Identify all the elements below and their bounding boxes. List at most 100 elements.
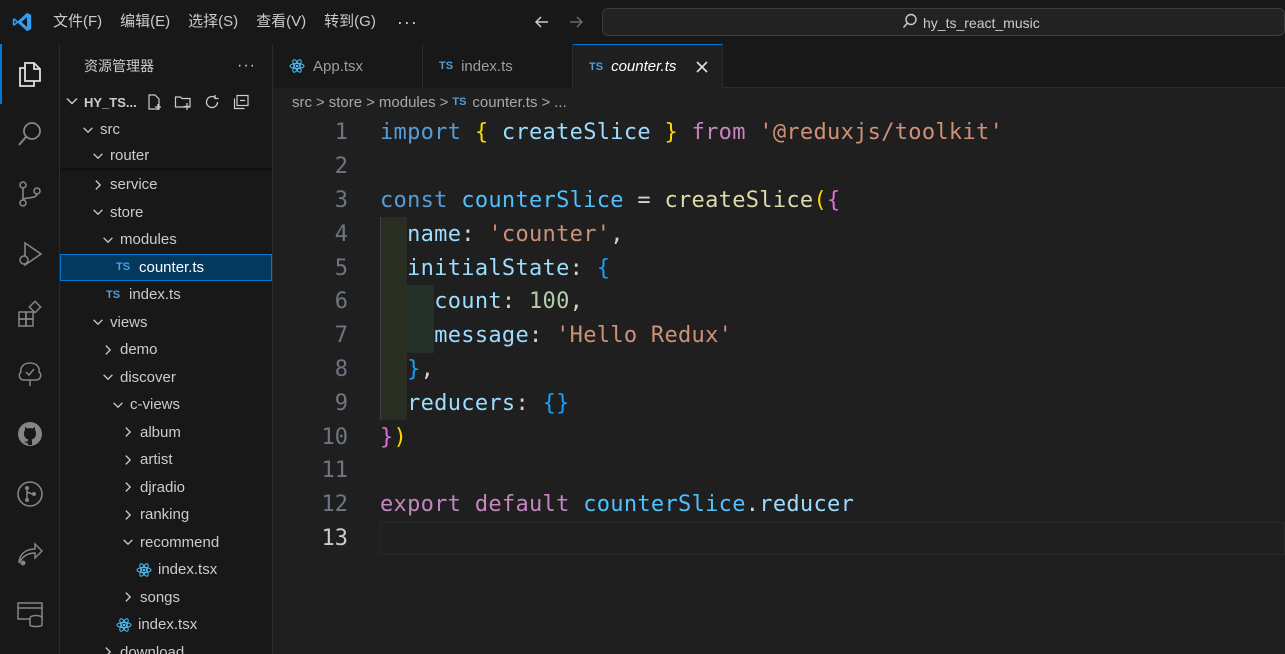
tree-item-counter-ts[interactable]: TS counter.ts [60,253,272,281]
tree-item-service[interactable]: service [60,171,272,199]
tree-item-label: artist [140,451,173,469]
tab-counter-ts[interactable]: TS counter.ts [573,44,723,88]
tree-item-demo[interactable]: demo [60,336,272,364]
menu-item-0[interactable]: 文件(F) [44,0,111,44]
tree-item-label: discover [120,368,176,386]
code-token: 'Hello Redux' [556,323,733,349]
tree-item-download[interactable]: download [60,639,272,654]
code-token: { [827,187,841,213]
line-number: 9 [334,390,348,416]
menu-item-1[interactable]: 编辑(E) [111,0,179,44]
menu-item-4[interactable]: 转到(G) [315,0,385,44]
back-arrow-icon[interactable] [530,10,554,34]
code-token: : [529,323,557,349]
search-icon[interactable] [0,104,60,164]
tree-item-index-tsx[interactable]: index.tsx [60,611,272,639]
forward-arrow-icon[interactable] [564,10,588,34]
source-control-icon[interactable] [0,164,60,224]
code-editor[interactable]: 1 import { createSlice } from '@reduxjs/t… [273,116,1285,654]
more-actions-icon[interactable]: ··· [237,57,256,75]
line-number: 11 [321,458,349,484]
project-root-row[interactable]: HY_TS... [60,88,272,116]
tree-item-router[interactable]: router [60,144,272,171]
close-icon[interactable] [692,57,712,77]
tree-item-ranking[interactable]: ranking [60,501,272,529]
tab-App-tsx[interactable]: App.tsx [273,44,423,88]
git-graph-icon[interactable] [0,464,60,524]
new-folder-icon[interactable] [173,92,193,112]
code-text: const counterSlice = createSlice({ [380,188,841,213]
new-file-icon[interactable] [144,92,164,112]
code-line: 5 initialState: { [273,251,1285,285]
typescript-file-icon: TS [439,60,453,72]
search-icon [901,12,919,33]
chevron-down-icon [90,314,106,330]
github-icon[interactable] [0,404,60,464]
nav-arrows [530,0,588,44]
database-icon[interactable] [0,584,60,644]
tree-item-src[interactable]: src [60,116,272,144]
code-token: const [380,187,448,213]
chevron-down-icon [90,148,106,164]
line-number: 12 [321,492,349,518]
code-token: : [569,255,597,281]
tree-item-album[interactable]: album [60,419,272,447]
code-text: import { createSlice } from '@reduxjs/to… [380,120,1003,145]
tree-item-modules[interactable]: modules [60,226,272,254]
breadcrumb-item-modules[interactable]: modules [379,94,436,111]
code-line: 7 message: 'Hello Redux' [273,319,1285,353]
collapse-all-icon[interactable] [231,92,251,112]
chevron-right-icon [120,507,136,523]
menu-item-2[interactable]: 选择(S) [179,0,247,44]
code-token: message [434,323,530,349]
tree-item-artist[interactable]: artist [60,446,272,474]
tree-item-songs[interactable]: songs [60,584,272,612]
tree-item-recommend[interactable]: recommend [60,529,272,557]
explorer-icon[interactable] [0,44,60,104]
extensions-icon[interactable] [0,284,60,344]
tree-item-views[interactable]: views [60,309,272,337]
tree-item-index-ts[interactable]: TS index.ts [60,281,272,309]
breadcrumb-file[interactable]: counter.ts [472,94,537,111]
code-token: initialState [407,255,570,281]
code-token: = [623,187,665,213]
code-token: counterSlice [583,492,746,518]
line-number: 4 [334,221,348,247]
code-token: : [461,221,489,247]
code-line: 6 count: 100, [273,285,1285,319]
breadcrumb-item-src[interactable]: src [292,94,312,111]
tree-item-discover[interactable]: discover [60,364,272,392]
tab-index-ts[interactable]: TS index.ts [423,44,573,88]
code-token: 100 [529,289,570,315]
chevron-right-icon [100,644,116,654]
code-token: { [474,120,489,146]
tree-item-label: demo [120,341,158,359]
command-center-search[interactable]: hy_ts_react_music [602,8,1285,36]
tree-icon[interactable] [0,344,60,404]
breadcrumb-symbol[interactable]: ... [554,94,567,111]
breadcrumb-item-store[interactable]: store [329,94,362,111]
tree-item-label: ranking [140,506,190,524]
refresh-icon[interactable] [202,92,222,112]
tree-item-store[interactable]: store [60,199,272,227]
typescript-file-icon: TS [452,96,467,108]
remote-icon[interactable] [0,524,60,584]
code-text: name: 'counter', [380,222,624,247]
tree-item-index-tsx[interactable]: index.tsx [60,556,272,584]
tree-item-djradio[interactable]: djradio [60,474,272,502]
chevron-right-icon [120,452,136,468]
tab-label: App.tsx [313,57,364,75]
menu-more-icon[interactable]: ··· [385,12,430,33]
tree-item-c-views[interactable]: c-views [60,391,272,419]
chevron-down-icon [64,93,80,112]
menu-item-3[interactable]: 查看(V) [247,0,315,44]
code-text: message: 'Hello Redux' [380,323,732,348]
code-token: count [434,289,502,315]
code-token: ( [813,187,828,213]
run-debug-icon[interactable] [0,224,60,284]
tree-item-label: download [120,643,185,654]
